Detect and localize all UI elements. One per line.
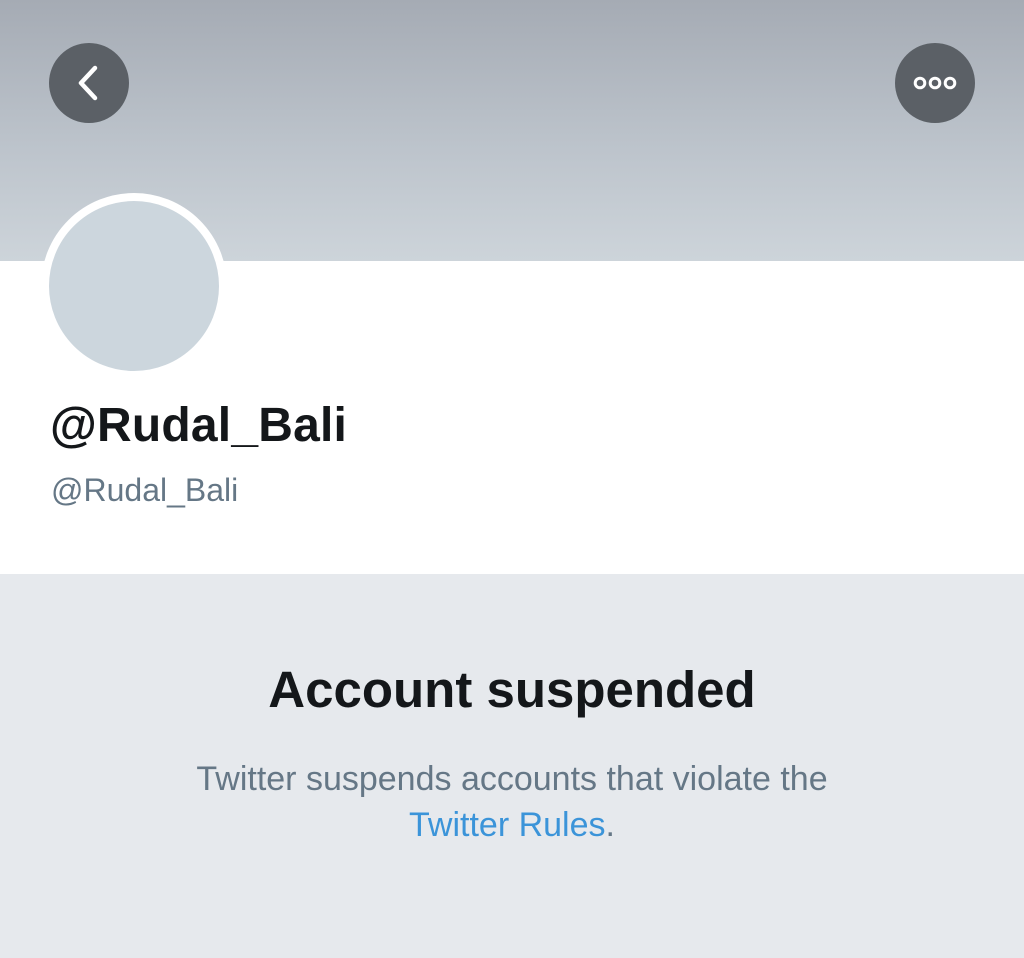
profile-handle: @Rudal_Bali [51,472,239,508]
suspension-message-period: . [605,806,615,844]
more-options-button[interactable] [895,43,975,123]
avatar[interactable] [41,193,227,379]
chevron-left-icon [78,65,98,101]
suspension-message-text: Twitter suspends accounts that violate t… [196,760,828,798]
twitter-rules-link[interactable]: Twitter Rules [409,806,606,844]
suspension-message: Twitter suspends accounts that violate t… [112,756,912,848]
more-horizontal-icon [913,76,957,90]
profile-page: @Rudal_Bali @Rudal_Bali Account suspende… [0,0,1024,958]
profile-display-name: @Rudal_Bali [50,399,348,452]
suspension-title: Account suspended [268,661,756,718]
back-button[interactable] [49,43,129,123]
